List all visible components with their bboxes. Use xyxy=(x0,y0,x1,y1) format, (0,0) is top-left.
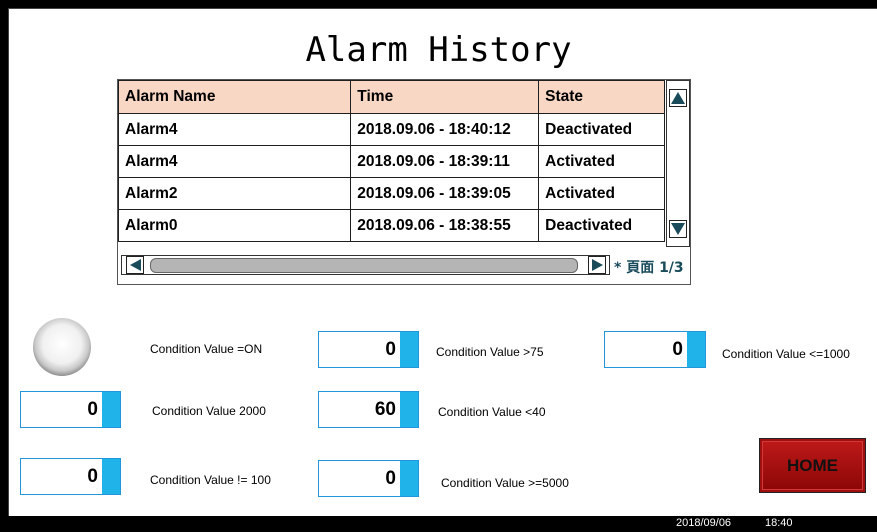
status-bar: 2018/09/06 18:40 xyxy=(0,516,877,532)
table-header-row: Alarm Name Time State xyxy=(117,80,665,114)
display-accent-bar xyxy=(400,461,418,496)
scroll-right-arrow-icon xyxy=(591,259,603,271)
condition-label-le1000: Condition Value <=1000 xyxy=(722,347,850,361)
alarm-state-cell: Deactivated xyxy=(538,113,665,146)
numeric-display-value: 0 xyxy=(385,468,396,489)
column-header-time[interactable]: Time xyxy=(350,80,540,114)
alarm-history-table: Alarm Name Time State Alarm4 2018.09.06 … xyxy=(117,80,665,242)
alarm-name-cell: Alarm4 xyxy=(117,145,352,178)
table-row[interactable]: Alarm0 2018.09.06 - 18:38:55 Deactivated xyxy=(117,209,665,242)
numeric-display-le1000: 0 xyxy=(604,331,706,368)
numeric-display-value: 0 xyxy=(385,339,396,360)
alarm-state-cell: Activated xyxy=(538,145,665,178)
indicator-lamp-icon xyxy=(33,318,91,376)
alarm-time-cell: 2018.09.06 - 18:39:05 xyxy=(350,177,540,210)
numeric-display-gt75: 0 xyxy=(318,331,419,368)
display-accent-bar xyxy=(400,332,418,367)
condition-label-gt75: Condition Value >75 xyxy=(436,345,544,359)
scroll-up-button[interactable] xyxy=(669,89,687,107)
status-time: 18:40 xyxy=(765,517,793,529)
numeric-display-ne100: 0 xyxy=(20,458,121,495)
numeric-display-value: 60 xyxy=(374,399,396,420)
home-button-label: HOME xyxy=(787,455,838,475)
column-header-state[interactable]: State xyxy=(538,80,665,114)
display-accent-bar xyxy=(102,459,120,494)
scroll-left-arrow-icon xyxy=(129,259,141,271)
alarm-name-cell: Alarm4 xyxy=(117,113,352,146)
display-accent-bar xyxy=(102,392,120,427)
horizontal-scroll-thumb[interactable] xyxy=(150,258,578,273)
numeric-display-value: 0 xyxy=(87,466,98,487)
scroll-left-button[interactable] xyxy=(126,256,144,274)
condition-label-2000: Condition Value 2000 xyxy=(152,404,266,418)
display-accent-bar xyxy=(400,392,418,427)
table-row[interactable]: Alarm4 2018.09.06 - 18:40:12 Deactivated xyxy=(117,113,665,146)
condition-label-on: Condition Value =ON xyxy=(150,342,263,356)
column-header-alarm-name[interactable]: Alarm Name xyxy=(117,80,352,114)
status-date: 2018/09/06 xyxy=(676,517,732,529)
numeric-display-ge5000: 0 xyxy=(318,460,419,497)
alarm-name-cell: Alarm0 xyxy=(117,209,352,242)
vertical-scrollbar[interactable] xyxy=(666,80,690,247)
alarm-state-cell: Deactivated xyxy=(538,209,665,242)
numeric-display-lt40: 60 xyxy=(318,391,419,428)
alarm-name-cell: Alarm2 xyxy=(117,177,352,210)
condition-label-ne100: Condition Value != 100 xyxy=(150,473,271,487)
page-indicator: * 頁面 1/3 xyxy=(614,260,684,276)
table-row[interactable]: Alarm4 2018.09.06 - 18:39:11 Activated xyxy=(117,145,665,178)
display-accent-bar xyxy=(687,332,705,367)
alarm-time-cell: 2018.09.06 - 18:38:55 xyxy=(350,209,540,242)
numeric-display-value: 0 xyxy=(672,339,683,360)
condition-label-lt40: Condition Value <40 xyxy=(438,405,546,419)
table-row[interactable]: Alarm2 2018.09.06 - 18:39:05 Activated xyxy=(117,177,665,210)
scroll-down-arrow-icon xyxy=(671,223,685,235)
condition-label-ge5000: Condition Value >=5000 xyxy=(441,476,569,490)
alarm-state-cell: Activated xyxy=(538,177,665,210)
page-title: Alarm History xyxy=(305,30,572,70)
alarm-time-cell: 2018.09.06 - 18:39:11 xyxy=(350,145,540,178)
scroll-up-arrow-icon xyxy=(671,92,685,104)
alarm-time-cell: 2018.09.06 - 18:40:12 xyxy=(350,113,540,146)
scroll-down-button[interactable] xyxy=(669,220,687,238)
numeric-display-2000: 0 xyxy=(20,391,121,428)
numeric-display-value: 0 xyxy=(87,399,98,420)
scroll-right-button[interactable] xyxy=(588,256,606,274)
home-button[interactable]: HOME xyxy=(759,438,866,493)
